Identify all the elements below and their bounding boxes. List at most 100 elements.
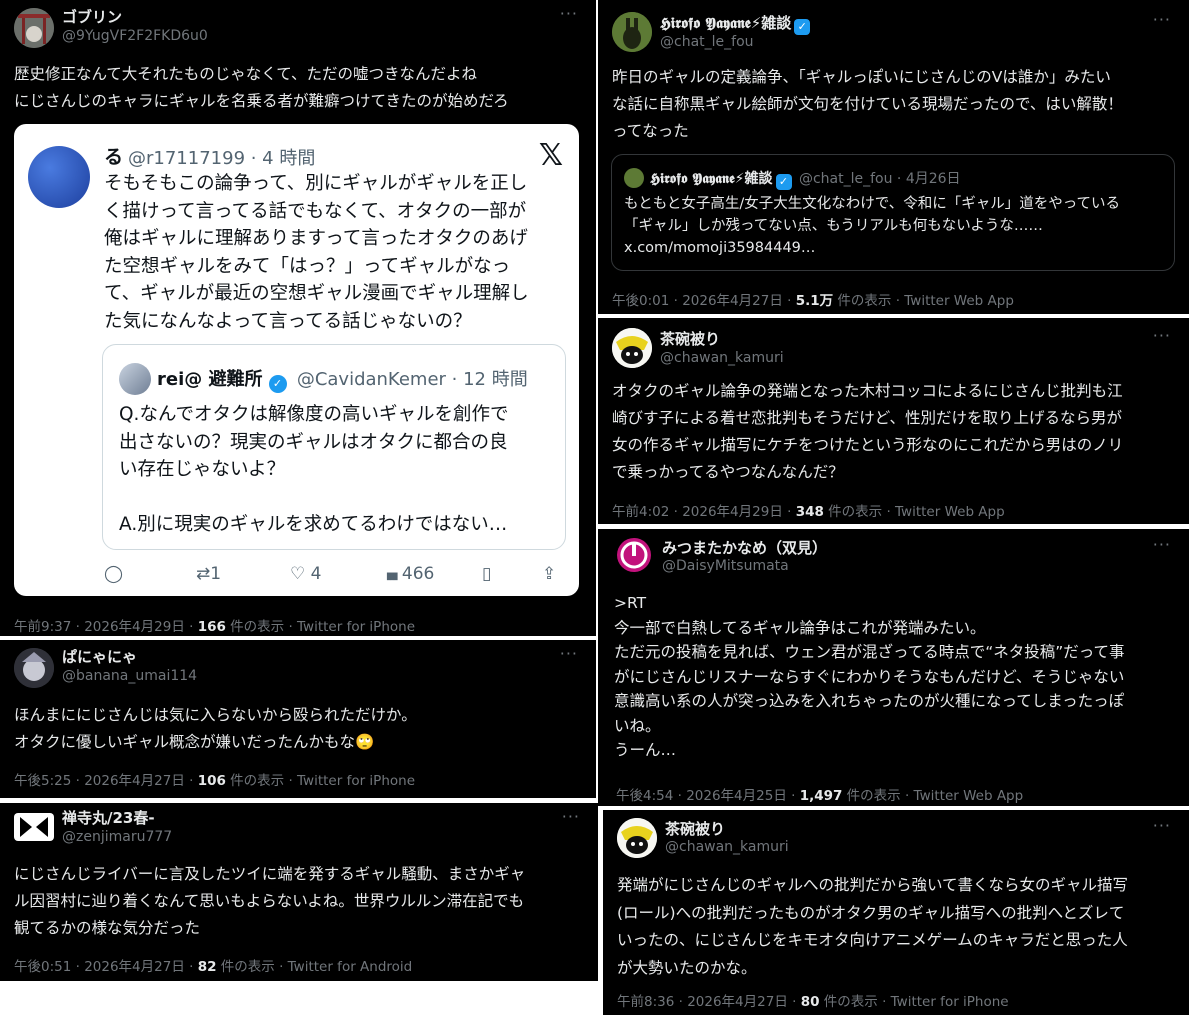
avatar[interactable] bbox=[612, 12, 652, 52]
view-count: 1,497 bbox=[799, 788, 843, 804]
like-icon: ♡ bbox=[290, 564, 306, 584]
embedded-tweet-text: そもそもこの論争って、別にギャルがギャルを正し く描けって言ってる話でもなくて、… bbox=[104, 173, 529, 332]
tweet-card[interactable]: 茶碗被り @chawan_kamuri ··· 発端がにじさんじのギャルへの批判… bbox=[603, 810, 1189, 1015]
view-count: 348 bbox=[795, 504, 824, 520]
tweet-card[interactable]: 𝕳𝖎𝖗𝖔𝖋𝖔 𝖄𝖆𝖞𝖆𝖓𝖊⚡雑談 ✓ @chat_le_fou ··· 昨日のギャ… bbox=[598, 0, 1189, 314]
avatar[interactable] bbox=[612, 328, 652, 368]
tweet-text: 歴史修正なんて大それたものじゃなくて、ただの嘘つきなんだよね にじさんじのキャラ… bbox=[14, 65, 509, 110]
author-handle[interactable]: @chawan_kamuri bbox=[665, 839, 789, 855]
share-icon: ⇪ bbox=[542, 564, 557, 584]
author-name[interactable]: 禅寺丸/23春- bbox=[62, 807, 155, 828]
more-options-icon[interactable]: ··· bbox=[1153, 816, 1171, 835]
view-count: 5.1万 bbox=[795, 293, 834, 309]
view-count: 106 bbox=[197, 773, 226, 789]
avatar[interactable] bbox=[614, 535, 654, 575]
tweet-meta: 午後0:51 · 2026年4月27日 · 82 件の表示 · Twitter … bbox=[14, 955, 412, 975]
author-name-text[interactable]: 𝕳𝖎𝖗𝖔𝖋𝖔 𝖄𝖆𝖞𝖆𝖓𝖊⚡雑談 bbox=[660, 14, 791, 32]
reply-icon: ◯ bbox=[104, 564, 124, 584]
avatar bbox=[624, 168, 644, 188]
avatar bbox=[28, 146, 90, 208]
more-options-icon[interactable]: ··· bbox=[562, 807, 580, 826]
retweet-count: 1 bbox=[210, 564, 222, 584]
quote-text: Q.なんでオタクは解像度の高いギャルを創作で 出さないの？現実のギャルはオタクに… bbox=[119, 404, 509, 535]
x-logo-icon: 𝕏 bbox=[538, 138, 563, 173]
inner-quote-tweet: rei@ 避難所 ✓ @CavidanKemer · 12 時間 Q.なんでオタク… bbox=[102, 344, 566, 550]
avatar[interactable] bbox=[14, 8, 54, 48]
timestamp[interactable]: 午前8:36 · 2026年4月27日 · bbox=[617, 994, 801, 1010]
tweet-meta: 午前4:02 · 2026年4月29日 · 348 件の表示 · Twitter… bbox=[612, 500, 1005, 520]
like-stat: ♡ 4 bbox=[290, 564, 321, 584]
like-count: 4 bbox=[310, 564, 322, 584]
author-name[interactable]: 𝕳𝖎𝖗𝖔𝖋𝖔 𝖄𝖆𝖞𝖆𝖓𝖊⚡雑談 ✓ bbox=[660, 12, 811, 35]
timestamp[interactable]: 午後0:01 · 2026年4月27日 · bbox=[612, 293, 796, 309]
quote-author: 𝕳𝖎𝖗𝖔𝖋𝖔 𝖄𝖆𝖞𝖆𝖓𝖊⚡雑談 ✓ @chat_le_fou · 4月26日 bbox=[650, 168, 961, 190]
quote-tweet[interactable]: 𝕳𝖎𝖗𝖔𝖋𝖔 𝖄𝖆𝖞𝖆𝖓𝖊⚡雑談 ✓ @chat_le_fou · 4月26日 も… bbox=[611, 154, 1175, 271]
verified-icon: ✓ bbox=[794, 19, 811, 35]
embedded-author-name: る bbox=[104, 146, 124, 168]
rolling-eyes-emoji: 🙄 bbox=[355, 733, 375, 751]
tweet-card[interactable]: 茶碗被り @chawan_kamuri ··· オタクのギャル論争の発端となった… bbox=[598, 318, 1189, 524]
view-count: 166 bbox=[197, 619, 226, 635]
tweet-text: にじさんじライバーに言及したツイに端を発するギャル騒動、まさかギャ ル因習村に辿… bbox=[14, 865, 526, 937]
verified-icon: ✓ bbox=[268, 375, 287, 393]
verified-icon: ✓ bbox=[775, 174, 792, 190]
avatar bbox=[119, 363, 151, 395]
author-handle[interactable]: @chat_le_fou bbox=[660, 34, 754, 50]
author-handle[interactable]: @zenjimaru777 bbox=[62, 829, 172, 845]
author-name[interactable]: ゴブリン bbox=[62, 6, 122, 27]
retweet-icon: ⇄ bbox=[196, 564, 211, 584]
tweet-card[interactable]: ぱにゃにゃ @banana_umai114 ··· ほんまににじさんじは気に入ら… bbox=[0, 640, 596, 798]
author-handle[interactable]: @9YugVF2F2FKD6u0 bbox=[62, 28, 208, 44]
retweet-stat: ⇄1 bbox=[196, 564, 221, 584]
source: 件の表示 · Twitter for iPhone bbox=[225, 619, 416, 635]
quote-handle-time: @CavidanKemer · 12 時間 bbox=[296, 369, 528, 390]
view-count: 82 bbox=[197, 959, 217, 975]
embedded-handle-time: @r17117199 · 4 時間 bbox=[128, 148, 316, 169]
tweet-text: 発端がにじさんじのギャルへの批判だから強いて書くなら女のギャル描写 (ロール)へ… bbox=[617, 876, 1129, 977]
timestamp[interactable]: 午前9:37 · 2026年4月29日 · bbox=[14, 619, 198, 635]
more-options-icon[interactable]: ··· bbox=[560, 4, 578, 23]
avatar[interactable] bbox=[14, 648, 54, 688]
tweet-card[interactable]: 禅寺丸/23春- @zenjimaru777 ··· にじさんじライバーに言及し… bbox=[0, 803, 598, 981]
timestamp[interactable]: 午後5:25 · 2026年4月27日 · bbox=[14, 773, 198, 789]
more-options-icon[interactable]: ··· bbox=[1153, 326, 1171, 345]
bookmark-icon: ▯ bbox=[482, 564, 492, 584]
more-options-icon[interactable]: ··· bbox=[560, 644, 578, 663]
avatar[interactable] bbox=[617, 818, 657, 858]
source: 件の表示 · Twitter for iPhone bbox=[225, 773, 416, 789]
tweet-card[interactable]: みつまたかなめ（双見） @DaisyMitsumata ··· >RT 今一部で… bbox=[598, 529, 1189, 806]
author-name[interactable]: みつまたかなめ（双見） bbox=[662, 537, 827, 558]
timestamp[interactable]: 午後0:51 · 2026年4月27日 · bbox=[14, 959, 198, 975]
more-options-icon[interactable]: ··· bbox=[1153, 535, 1171, 554]
tweet-meta: 午前9:37 · 2026年4月29日 · 166 件の表示 · Twitter… bbox=[14, 615, 415, 635]
views-count: 466 bbox=[401, 564, 435, 584]
avatar[interactable] bbox=[14, 813, 54, 841]
source: 件の表示 · Twitter for Android bbox=[216, 959, 413, 975]
views-stat: ▮▮▮ 466 bbox=[386, 564, 434, 584]
author-handle[interactable]: @DaisyMitsumata bbox=[662, 558, 789, 574]
quote-handle-time: @chat_le_fou · 4月26日 bbox=[798, 171, 961, 187]
more-options-icon[interactable]: ··· bbox=[1153, 10, 1171, 29]
tweet-text: ほんまににじさんじは気に入らないから殴られただけか。 オタクに優しいギャル概念が… bbox=[14, 702, 582, 756]
quote-text: もともと女子高生/女子大生文化なわけで、令和に「ギャル」道をやっている 「ギャル… bbox=[624, 196, 1120, 256]
quote-author: rei@ 避難所 ✓ @CavidanKemer · 12 時間 bbox=[157, 365, 528, 393]
author-handle[interactable]: @banana_umai114 bbox=[62, 668, 197, 684]
source: 件の表示 · Twitter Web App bbox=[842, 788, 1024, 804]
author-name[interactable]: ぱにゃにゃ bbox=[62, 646, 137, 667]
timestamp[interactable]: 午前4:02 · 2026年4月29日 · bbox=[612, 504, 796, 520]
tweet-meta: 午後0:01 · 2026年4月27日 · 5.1万 件の表示 · Twitte… bbox=[612, 289, 1014, 309]
author-handle[interactable]: @chawan_kamuri bbox=[660, 350, 784, 366]
source: 件の表示 · Twitter Web App bbox=[833, 293, 1014, 309]
tweet-card[interactable]: ゴブリン @9YugVF2F2FKD6u0 ··· 歴史修正なんて大それたものじ… bbox=[0, 0, 596, 636]
view-count: 80 bbox=[800, 994, 820, 1010]
tweet-meta: 午前8:36 · 2026年4月27日 · 80 件の表示 · Twitter … bbox=[617, 990, 1009, 1010]
views-icon: ▮▮▮ bbox=[386, 571, 398, 582]
tweet-meta: 午後5:25 · 2026年4月27日 · 106 件の表示 · Twitter… bbox=[14, 769, 415, 789]
tweet-text: 昨日のギャルの定義論争、「ギャルっぽいにじさんじのVは誰か」みたい な話に自称黒… bbox=[612, 68, 1123, 140]
source: 件の表示 · Twitter Web App bbox=[823, 504, 1005, 520]
embedded-tweet-image[interactable]: る @r17117199 · 4 時間 𝕏 そもそもこの論争って、別にギャルがギ… bbox=[14, 124, 579, 596]
author-name[interactable]: 茶碗被り bbox=[665, 818, 725, 839]
timestamp[interactable]: 午後4:54 · 2026年4月25日 · bbox=[616, 788, 800, 804]
source: 件の表示 · Twitter for iPhone bbox=[819, 994, 1009, 1010]
author-name[interactable]: 茶碗被り bbox=[660, 328, 720, 349]
